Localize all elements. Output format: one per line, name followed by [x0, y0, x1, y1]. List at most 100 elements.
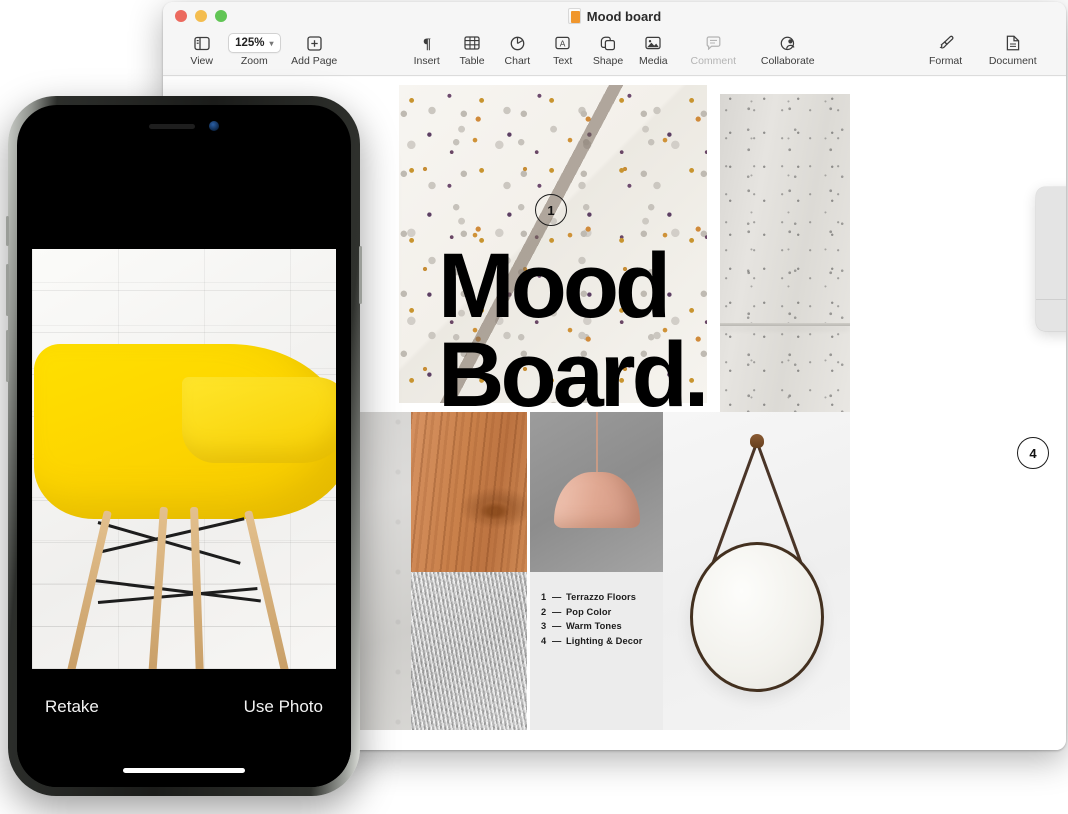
round-mirror-image[interactable] — [663, 412, 850, 730]
toolbar-format-label: Format — [928, 55, 963, 67]
chair-leg-3 — [190, 506, 205, 669]
shapes-icon — [600, 33, 616, 53]
chair-wire-1 — [97, 521, 241, 565]
legend-label: Warm Tones — [566, 621, 622, 631]
cancel-button[interactable]: Cancel — [1036, 300, 1066, 331]
toolbar-shape-button[interactable]: Shape — [585, 30, 630, 67]
iphone-screen[interactable]: Retake Use Photo — [17, 105, 351, 787]
sidebar-icon — [194, 33, 210, 53]
toolbar-collaborate-button[interactable]: Collaborate — [750, 30, 824, 67]
toolbar-view-button[interactable]: View — [179, 30, 224, 67]
iphone-volume-down-button[interactable] — [6, 330, 9, 382]
iphone-side-button[interactable] — [359, 246, 362, 304]
zoom-percentage-popup[interactable]: 125% ▾ — [228, 33, 281, 53]
toolbar-format-button[interactable]: Format — [916, 30, 976, 67]
legend-dash: — — [552, 592, 562, 602]
retake-button[interactable]: Retake — [45, 697, 99, 717]
window-title-text: Mood board — [586, 8, 662, 24]
toolbar-table-button[interactable]: Table — [449, 30, 494, 67]
text-box-icon: A — [555, 33, 570, 53]
use-photo-button[interactable]: Use Photo — [244, 697, 323, 717]
callout-badge-1[interactable]: 1 — [535, 194, 567, 226]
callout-badge-4[interactable]: 4 — [1017, 437, 1049, 469]
heading-line-1: Mood — [438, 235, 671, 337]
pages-document-icon — [567, 8, 581, 24]
toolbar-comment-label: Comment — [690, 55, 736, 67]
fur-rug-image[interactable] — [411, 572, 527, 730]
legend-number: 1 — [541, 592, 547, 602]
legend-dash: — — [552, 606, 562, 617]
popover-message-line-1: Take a photo with — [1044, 257, 1066, 272]
toolbar-document-button[interactable]: Document — [976, 30, 1050, 67]
photo-icon — [645, 33, 661, 53]
wood-grain-image[interactable] — [411, 412, 527, 572]
popover-body: Take a photo with “Derek’s iPhone” — [1036, 187, 1066, 299]
toolbar-table-label: Table — [459, 55, 485, 67]
heading-line-2: Board. — [438, 324, 709, 427]
toolbar-add-page-button[interactable]: Add Page — [284, 30, 344, 67]
comment-bubble-icon — [706, 33, 721, 53]
app-toolbar: View 125% ▾ Zoom Add Page ¶ Insert Table… — [163, 30, 1066, 76]
toolbar-chart-button[interactable]: Chart — [495, 30, 540, 67]
legend-panel[interactable]: 1 — Terrazzo Floors 2 — Pop Color 3 — Wa… — [530, 572, 663, 730]
yellow-eames-chair-photo[interactable] — [32, 249, 336, 669]
toolbar-text-label: Text — [553, 55, 573, 67]
window-title: Mood board — [163, 8, 1066, 24]
toolbar-media-label: Media — [639, 55, 668, 67]
lamp-shade-shape — [553, 472, 640, 528]
legend-number: 4 — [541, 635, 547, 646]
legend-label: Pop Color — [566, 606, 612, 617]
mirror-hook-shape — [749, 434, 764, 448]
table-grid-icon — [464, 33, 480, 53]
popover-message-line-2: “Derek’s iPhone” — [1044, 272, 1066, 287]
pie-chart-icon — [510, 33, 525, 53]
toolbar-chart-label: Chart — [504, 55, 531, 67]
add-page-icon — [307, 33, 322, 53]
toolbar-insert-label: Insert — [413, 55, 440, 67]
toolbar-zoom-label: Zoom — [240, 55, 268, 67]
toolbar-zoom-control[interactable]: 125% ▾ Zoom — [224, 30, 284, 67]
mirror-glass-shape — [689, 542, 824, 692]
pilcrow-icon: ¶ — [420, 33, 434, 53]
front-camera-icon — [209, 121, 219, 131]
list-item: 4 — Lighting & Decor — [541, 634, 643, 649]
chair-leg-1 — [66, 510, 112, 669]
iphone-mute-switch[interactable] — [6, 216, 9, 246]
concrete-wall-image[interactable] — [720, 94, 850, 412]
collaborate-person-icon — [779, 33, 797, 53]
chair-arm-shape — [182, 377, 336, 463]
svg-text:¶: ¶ — [423, 36, 431, 51]
list-item: 1 — Terrazzo Floors — [541, 590, 643, 605]
home-indicator[interactable] — [123, 768, 245, 773]
legend-list: 1 — Terrazzo Floors 2 — Pop Color 3 — Wa… — [541, 590, 643, 648]
pendant-lamp-image[interactable] — [530, 412, 663, 572]
screenshot-stage: Mood board View 125% ▾ Zoom Add Page ¶ I… — [0, 0, 1068, 814]
take-photo-popover: Take a photo with “Derek’s iPhone” Cance… — [1036, 187, 1066, 331]
iphone-volume-up-button[interactable] — [6, 264, 9, 316]
window-titlebar: Mood board — [163, 2, 1066, 30]
iphone-device: Retake Use Photo — [6, 96, 362, 796]
legend-dash: — — [552, 621, 562, 631]
toolbar-comment-button[interactable]: Comment — [676, 30, 750, 67]
page-title[interactable]: Mood Board. — [438, 235, 709, 427]
toolbar-view-label: View — [190, 55, 213, 67]
chair-wire-2 — [97, 517, 245, 554]
legend-dash: — — [552, 635, 562, 646]
toolbar-media-button[interactable]: Media — [631, 30, 676, 67]
iphone-notch — [17, 121, 351, 131]
list-item: 3 — Warm Tones — [541, 619, 643, 634]
camera-preview-controls: Retake Use Photo — [17, 677, 351, 787]
legend-number: 3 — [541, 621, 547, 631]
toolbar-shape-label: Shape — [592, 55, 624, 67]
toolbar-document-label: Document — [988, 55, 1037, 67]
toolbar-text-button[interactable]: A Text — [540, 30, 585, 67]
toolbar-collaborate-label: Collaborate — [760, 55, 815, 67]
list-item: 2 — Pop Color — [541, 605, 643, 620]
legend-label: Lighting & Decor — [566, 635, 643, 646]
paintbrush-icon — [938, 33, 954, 53]
toolbar-insert-button[interactable]: ¶ Insert — [404, 30, 449, 67]
legend-number: 2 — [541, 606, 547, 617]
chevron-down-icon: ▾ — [269, 38, 274, 48]
toolbar-add-page-label: Add Page — [291, 55, 338, 67]
document-page-icon — [1006, 33, 1020, 53]
